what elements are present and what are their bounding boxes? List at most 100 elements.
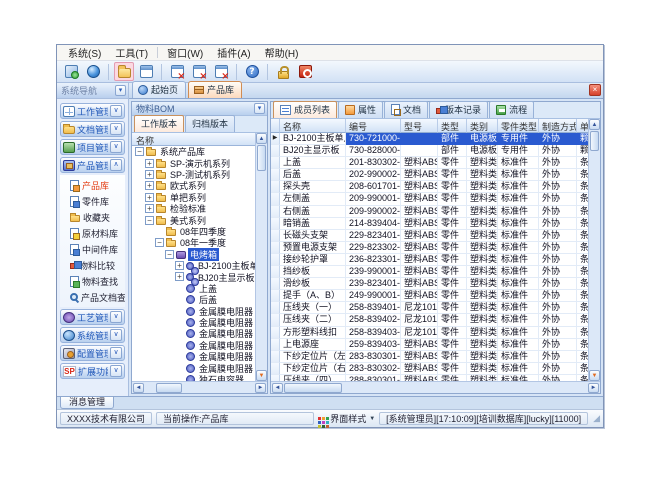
table-row[interactable]: 上电源座259-839403-00X塑料ABS零件塑料类标准件外协条: [271, 339, 588, 351]
column-header-编号[interactable]: 编号: [346, 119, 401, 133]
scroll-thumb[interactable]: [284, 383, 342, 393]
table-row[interactable]: 压线夹（四）288-830301-00X塑料ABS零件塑料类标准件外协条: [271, 375, 588, 381]
tab-起始页[interactable]: 起始页: [132, 81, 186, 98]
sidebar-item-产品库[interactable]: 产品库: [60, 177, 125, 193]
tab-成员列表[interactable]: 成员列表: [273, 101, 337, 118]
expand-toggle-icon[interactable]: +: [145, 181, 154, 190]
tab-产品库[interactable]: 产品库: [188, 81, 242, 98]
sidebar-group-工艺管理[interactable]: 工艺管理∨: [60, 309, 125, 325]
tab-流程[interactable]: 流程: [489, 101, 534, 118]
sidebar-group-项目管理[interactable]: 项目管理∨: [60, 139, 125, 155]
chevron-down-icon[interactable]: ∨: [110, 329, 122, 341]
sidebar-item-收藏夹[interactable]: 收藏夹: [60, 209, 125, 225]
table-row[interactable]: 后盖202-990002-01X塑料ABS零件塑料类标准件外协条: [271, 169, 588, 181]
close-window-1-button[interactable]: [167, 62, 187, 81]
layout-button[interactable]: [136, 62, 156, 81]
scroll-up-icon[interactable]: ▲: [589, 119, 600, 130]
sidebar-item-物料比较[interactable]: 物料比较: [60, 257, 125, 273]
sidebar-group-产品管理[interactable]: 产品管理∧: [60, 157, 125, 173]
tabstrip-close-button[interactable]: ×: [589, 84, 601, 96]
expand-toggle-icon[interactable]: +: [145, 159, 154, 168]
scroll-right-icon[interactable]: ►: [588, 383, 599, 393]
table-row[interactable]: 下纱定位片（右）283-830302-00X塑料ABS零件塑料类标准件外协条: [271, 363, 588, 375]
close-window-3-button[interactable]: [211, 62, 231, 81]
table-row[interactable]: 滑纱板239-823401-00X塑料ABS零件塑料类标准件外协条: [271, 278, 588, 290]
menu-item-3[interactable]: 窗口(W): [160, 44, 210, 61]
sidebar-pin-button[interactable]: ▾: [115, 85, 126, 96]
tab-版本记录[interactable]: 版本记录: [429, 101, 488, 118]
expand-toggle-icon[interactable]: +: [175, 261, 184, 270]
scroll-left-icon[interactable]: ◄: [272, 383, 283, 393]
table-row[interactable]: BJ20主显示板730-828000-04X部件电源板专用件外协颗: [271, 145, 588, 157]
interface-style-selector[interactable]: 界面样式 ▼: [318, 412, 375, 425]
table-row[interactable]: 暗销盖214-839404-01X塑料ABS零件塑料类标准件外协条: [271, 218, 588, 230]
table-vertical-scrollbar[interactable]: ▲ ▼: [588, 119, 600, 381]
sidebar-group-工作管理[interactable]: 工作管理∨: [60, 103, 125, 119]
chevron-down-icon[interactable]: ∨: [110, 141, 122, 153]
sidebar-item-零件库[interactable]: 零件库: [60, 193, 125, 209]
scroll-thumb[interactable]: [257, 145, 266, 171]
tab-属性[interactable]: 属性: [338, 101, 383, 118]
expand-toggle-icon[interactable]: +: [145, 170, 154, 179]
scroll-left-icon[interactable]: ◄: [133, 383, 144, 393]
table-row[interactable]: 压线夹（二）258-839402-00X尼龙1010零件塑料类标准件外协条: [271, 314, 588, 326]
globe-button[interactable]: [83, 62, 103, 81]
tab-归档版本[interactable]: 归档版本: [185, 115, 235, 132]
table-row[interactable]: 探头壳208-601701-01X塑料ABS零件塑料类标准件外协条: [271, 181, 588, 193]
chevron-down-icon[interactable]: ∨: [110, 311, 122, 323]
tab-文档[interactable]: 文档: [384, 101, 428, 118]
menu-item-5[interactable]: 帮助(H): [258, 44, 306, 61]
tree-horizontal-scrollbar[interactable]: ◄ ►: [132, 381, 267, 393]
sidebar-item-物料查找[interactable]: 物料查找: [60, 273, 125, 289]
resize-grip[interactable]: ◢: [593, 414, 600, 423]
close-window-2-button[interactable]: [189, 62, 209, 81]
scroll-right-icon[interactable]: ►: [255, 383, 266, 393]
table-row[interactable]: 预置电源支架229-823302-00X塑料ABS零件塑料类标准件外协条: [271, 242, 588, 254]
table-row[interactable]: 方形塑料线扣258-839403-00X尼龙1010零件塑料类标准件外协条: [271, 327, 588, 339]
table-row[interactable]: 接纱轮护罩236-823301-00X塑料ABS零件塑料类标准件外协条: [271, 254, 588, 266]
scroll-up-icon[interactable]: ▲: [256, 133, 267, 144]
exit-button[interactable]: [295, 62, 315, 81]
column-header-型号[interactable]: 型号: [401, 119, 438, 133]
sidebar-item-原材料库[interactable]: 原材料库: [60, 225, 125, 241]
column-header-类别[interactable]: 类别: [467, 119, 498, 133]
message-management-tab[interactable]: 消息管理: [60, 397, 114, 409]
expand-toggle-icon[interactable]: +: [175, 272, 184, 281]
tab-工作版本[interactable]: 工作版本: [134, 115, 184, 132]
expand-toggle-icon[interactable]: +: [145, 204, 154, 213]
chevron-down-icon[interactable]: ∨: [110, 365, 122, 377]
menu-item-1[interactable]: 系统(S): [61, 44, 108, 61]
column-header-类型[interactable]: 类型: [438, 119, 467, 133]
chevron-up-icon[interactable]: ∧: [110, 159, 122, 171]
table-horizontal-scrollbar[interactable]: ◄ ►: [271, 381, 600, 393]
lock-button[interactable]: [273, 62, 293, 81]
collapse-toggle-icon[interactable]: −: [135, 147, 144, 156]
table-row[interactable]: 右侧盖209-990002-01X塑料ABS零件塑料类标准件外协条: [271, 206, 588, 218]
collapse-toggle-icon[interactable]: −: [165, 250, 174, 259]
workspace-button[interactable]: [61, 62, 81, 81]
sidebar-group-文档管理[interactable]: 文档管理∨: [60, 121, 125, 137]
menu-item-4[interactable]: 插件(A): [210, 44, 257, 61]
collapse-toggle-icon[interactable]: −: [145, 216, 154, 225]
sidebar-item-产品文档查找[interactable]: 产品文档查找: [60, 289, 125, 305]
table-row[interactable]: 下纱定位片（左）283-830301-00X塑料ABS零件塑料类标准件外协条: [271, 351, 588, 363]
table-row[interactable]: 挡纱板239-990001-01X塑料ABS零件塑料类标准件外协条: [271, 266, 588, 278]
scroll-thumb[interactable]: [590, 131, 599, 151]
table-row[interactable]: 提手（A、B）249-990001-01X塑料ABS零件塑料类标准件外协条: [271, 290, 588, 302]
tree-vertical-scrollbar[interactable]: ▲ ▼: [255, 133, 267, 381]
chevron-down-icon[interactable]: ∨: [110, 123, 122, 135]
sidebar-group-扩展功能[interactable]: SP扩展功能∨: [60, 363, 125, 379]
scroll-down-icon[interactable]: ▼: [589, 370, 600, 381]
table-row[interactable]: 压线夹（一）258-839401-00X尼龙1010零件塑料类标准件外协条: [271, 302, 588, 314]
tree-node-独石电容器[interactable]: 独石电容器: [132, 374, 255, 381]
table-row[interactable]: 长磁头支架229-823401-00X塑料ABS零件塑料类标准件外协条: [271, 230, 588, 242]
folder-button[interactable]: [114, 62, 134, 81]
table-row[interactable]: 上盖201-830302-00X塑料ABS零件塑料类标准件外协条: [271, 157, 588, 169]
chevron-down-icon[interactable]: ∨: [110, 105, 122, 117]
table-row[interactable]: ▶BJ-2100主板单点730-721000-12X部件电源板专用件外协颗: [271, 133, 588, 145]
menu-item-2[interactable]: 工具(T): [108, 44, 155, 61]
scroll-thumb[interactable]: [156, 383, 182, 393]
collapse-toggle-icon[interactable]: −: [155, 238, 164, 247]
sidebar-group-配置管理[interactable]: 配置管理∨: [60, 345, 125, 361]
sidebar-item-中间件库[interactable]: 中间件库: [60, 241, 125, 257]
